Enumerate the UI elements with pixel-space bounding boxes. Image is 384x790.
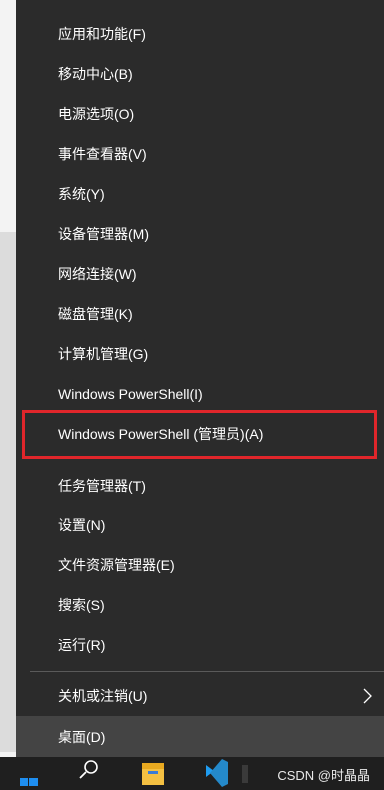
menu-item-network-connections[interactable]: 网络连接(W)	[16, 254, 384, 294]
menu-item-label: 电源选项(O)	[58, 106, 135, 122]
menu-item-device-manager[interactable]: 设备管理器(M)	[16, 214, 384, 254]
csdn-watermark: CSDN @时晶晶	[277, 768, 370, 783]
menu-item-label: 事件查看器(V)	[58, 146, 147, 162]
menu-item-label: 系统(Y)	[58, 186, 105, 202]
menu-item-disk-management[interactable]: 磁盘管理(K)	[16, 294, 384, 334]
chevron-right-icon	[360, 688, 374, 704]
menu-item-label: 移动中心(B)	[58, 66, 133, 82]
desktop-background	[0, 0, 16, 790]
menu-item-windows-powershell-admin[interactable]: Windows PowerShell (管理员)(A)	[16, 414, 384, 454]
menu-item-windows-powershell[interactable]: Windows PowerShell(I)	[16, 374, 384, 414]
taskbar-app-icon[interactable]	[240, 757, 250, 790]
menu-item-run[interactable]: 运行(R)	[16, 625, 384, 665]
screen: 应用和功能(F) 移动中心(B) 电源选项(O) 事件查看器(V) 系统(Y) …	[0, 0, 384, 790]
menu-item-label: 桌面(D)	[58, 728, 106, 745]
menu-item-label: 任务管理器(T)	[58, 478, 146, 494]
menu-item-file-explorer[interactable]: 文件资源管理器(E)	[16, 545, 384, 585]
desktop-window-edge	[0, 232, 16, 752]
menu-item-computer-management[interactable]: 计算机管理(G)	[16, 334, 384, 374]
menu-item-label: 网络连接(W)	[58, 266, 137, 282]
menu-item-event-viewer[interactable]: 事件查看器(V)	[16, 134, 384, 174]
menu-item-label: 设置(N)	[58, 517, 106, 533]
menu-item-system[interactable]: 系统(Y)	[16, 174, 384, 214]
menu-item-label: 应用和功能(F)	[58, 26, 146, 42]
search-icon[interactable]	[76, 757, 102, 790]
quick-link-menu: 应用和功能(F) 移动中心(B) 电源选项(O) 事件查看器(V) 系统(Y) …	[16, 0, 384, 757]
menu-item-shutdown-or-sign-out[interactable]: 关机或注销(U)	[16, 676, 384, 716]
menu-item-search[interactable]: 搜索(S)	[16, 585, 384, 625]
menu-item-label: Windows PowerShell (管理员)(A)	[58, 426, 264, 442]
menu-divider	[30, 671, 384, 672]
menu-item-label: Windows PowerShell(I)	[58, 386, 203, 402]
menu-item-desktop[interactable]: 桌面(D)	[16, 716, 384, 757]
menu-item-label: 设备管理器(M)	[58, 226, 149, 242]
menu-item-mobility-center[interactable]: 移动中心(B)	[16, 54, 384, 94]
menu-item-label: 计算机管理(G)	[58, 346, 149, 362]
menu-item-label: 文件资源管理器(E)	[58, 557, 175, 573]
menu-item-power-options[interactable]: 电源选项(O)	[16, 94, 384, 134]
menu-item-settings[interactable]: 设置(N)	[16, 505, 384, 545]
menu-item-task-manager[interactable]: 任务管理器(T)	[16, 466, 384, 506]
windows-start-icon[interactable]	[16, 757, 42, 790]
menu-item-label: 搜索(S)	[58, 597, 105, 613]
file-explorer-icon[interactable]	[140, 757, 166, 790]
menu-item-apps-and-features[interactable]: 应用和功能(F)	[16, 14, 384, 54]
menu-item-label: 关机或注销(U)	[58, 688, 148, 704]
menu-item-label: 磁盘管理(K)	[58, 306, 133, 322]
vscode-icon[interactable]	[200, 757, 230, 790]
menu-item-label: 运行(R)	[58, 637, 106, 653]
taskbar: CSDN @时晶晶	[0, 757, 384, 790]
